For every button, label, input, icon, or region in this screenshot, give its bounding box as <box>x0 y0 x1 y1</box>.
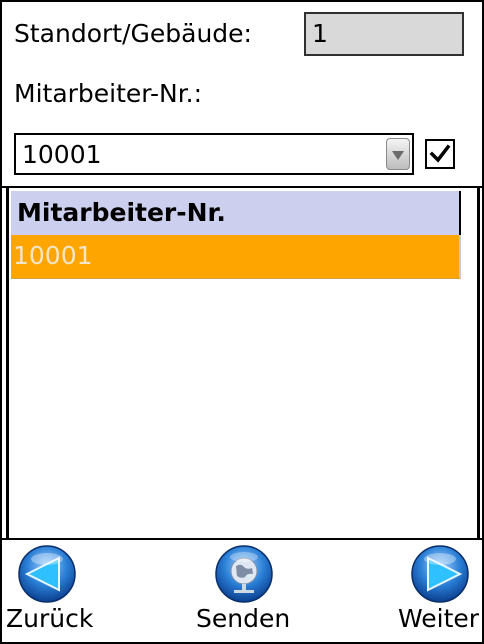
back-button[interactable]: Zurück <box>2 542 98 642</box>
globe-network-icon <box>215 545 273 603</box>
send-button-label: Senden <box>196 604 291 633</box>
list-column-header[interactable]: Mitarbeiter-Nr. <box>11 191 461 235</box>
list-item[interactable]: 10001 <box>11 235 461 279</box>
checkmark-icon <box>429 144 451 163</box>
back-button-label: Zurück <box>6 604 94 633</box>
arrow-right-icon <box>411 545 469 603</box>
employee-combobox-value: 10001 <box>22 140 102 169</box>
chevron-down-icon[interactable] <box>386 138 410 170</box>
arrow-left-icon <box>18 545 76 603</box>
employee-checkbox[interactable] <box>425 139 455 169</box>
send-button[interactable]: Senden <box>192 542 296 642</box>
next-button[interactable]: Weiter <box>396 542 482 642</box>
employee-combobox[interactable]: 10001 <box>14 133 414 175</box>
location-field: 1 <box>304 12 464 56</box>
divider <box>2 538 482 540</box>
employee-list[interactable]: Mitarbeiter-Nr. 10001 <box>6 188 480 539</box>
next-button-label: Weiter <box>398 604 480 633</box>
employee-label: Mitarbeiter-Nr.: <box>14 79 203 108</box>
app-screen: Standort/Gebäude: 1 Mitarbeiter-Nr.: 100… <box>0 0 484 644</box>
location-label: Standort/Gebäude: <box>14 19 252 48</box>
